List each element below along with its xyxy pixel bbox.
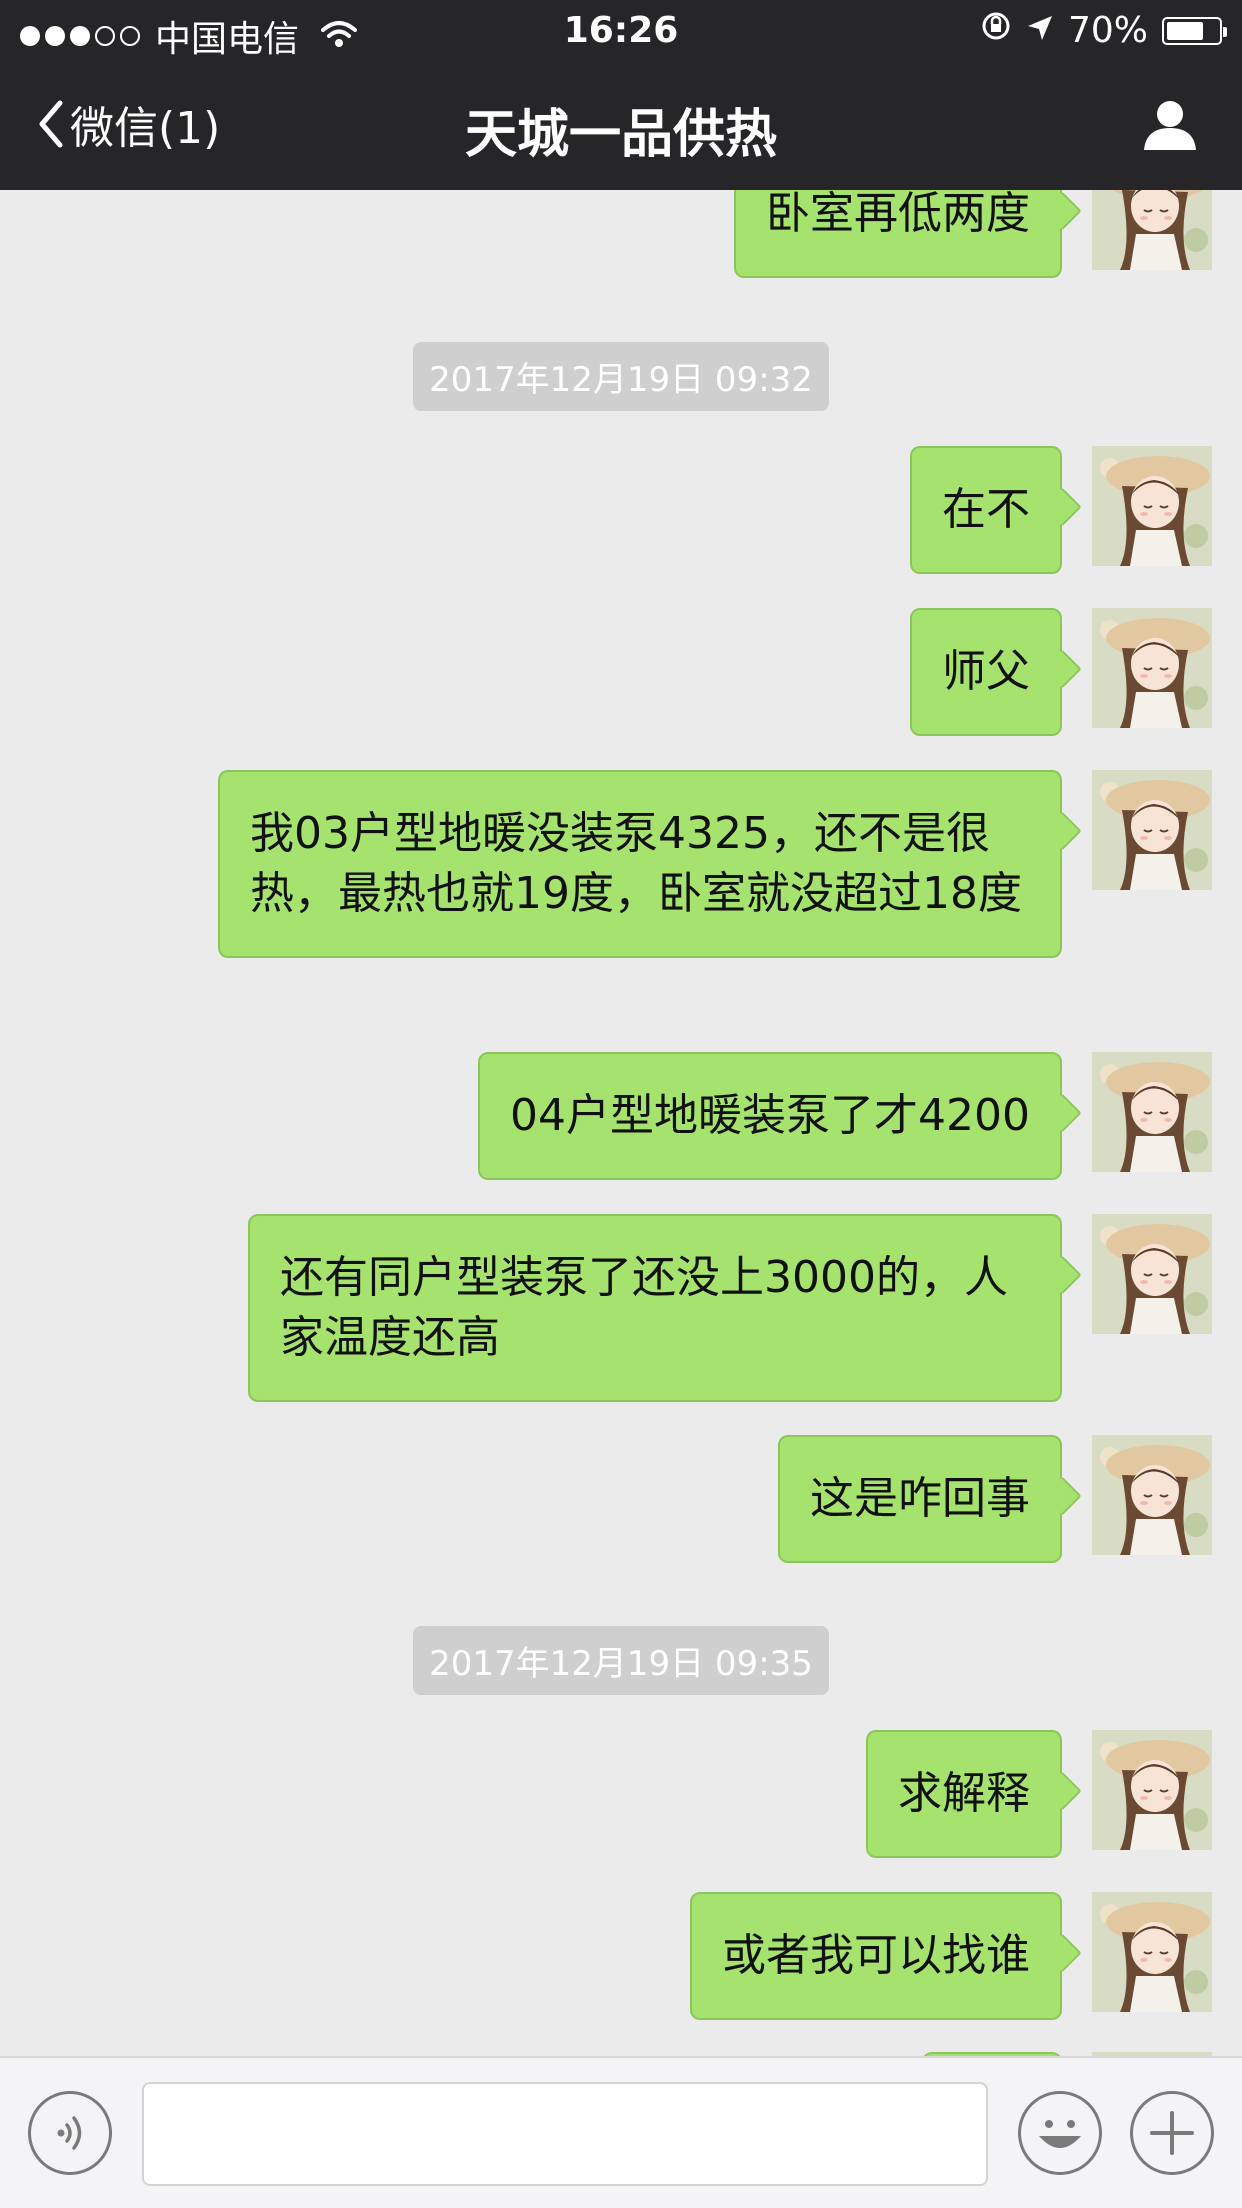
input-toolbar [0,2056,1242,2208]
avatar[interactable] [1092,1052,1212,1172]
timestamp: 2017年12月19日 09:32 [0,342,1242,411]
avatar[interactable] [1092,190,1212,270]
message-row: 还有同户型装泵了还没上3000的，人家温度还高 [248,1214,1212,1402]
message-bubble[interactable]: 04户型地暖装泵了才4200 [478,1052,1062,1180]
message-bubble[interactable]: 或者我可以找谁 [690,1892,1062,2020]
avatar[interactable] [1092,770,1212,890]
navigation-bar: 微信(1) 天城一品供热 [0,62,1242,190]
avatar[interactable] [1092,1435,1212,1555]
avatar[interactable] [1092,608,1212,728]
plus-icon [1150,2111,1194,2155]
orientation-lock-icon [980,10,1012,51]
message-input[interactable] [142,2082,988,2186]
message-bubble[interactable]: 求解释 [866,1730,1062,1858]
message-row: 我03户型地暖没装泵4325，还不是很热，最热也就19度，卧室就没超过18度 [218,770,1212,958]
message-bubble[interactable]: 这是咋回事 [778,1435,1062,1563]
chat-area[interactable]: 卧室再低两度 2017年12月19日 09:32 在不 师父 我03户型地暖没装… [0,190,1242,2056]
status-bar: 中国电信 16:26 70% [0,0,1242,62]
message-row: 在不 [910,446,1212,574]
emoji-button[interactable] [1018,2091,1102,2175]
timestamp: 2017年12月19日 09:35 [0,1626,1242,1695]
message-bubble[interactable]: 还有同户型装泵了还没上3000的，人家温度还高 [248,1214,1062,1402]
person-icon [1144,101,1196,150]
back-button[interactable]: 微信(1) [36,92,220,156]
back-label: 微信(1) [70,103,221,154]
message-bubble[interactable]: 师父 [910,608,1062,736]
battery-percent: 70% [1067,10,1148,51]
voice-button[interactable] [28,2091,112,2175]
location-arrow-icon [1026,10,1054,51]
message-row: 卧室再低两度 [734,190,1212,278]
timestamp-label: 2017年12月19日 09:32 [413,342,829,411]
emoji-icon [1039,2120,1081,2148]
avatar[interactable] [1092,1892,1212,2012]
message-row: 04户型地暖装泵了才4200 [478,1052,1212,1180]
header: 中国电信 16:26 70% 微信(1) 天城一品供热 [0,0,1242,190]
message-row: 这是咋回事 [778,1435,1212,1563]
profile-button[interactable] [1142,96,1198,156]
battery-level [1167,21,1203,40]
message-row: 求解释 [866,1730,1212,1858]
avatar[interactable] [1092,1730,1212,1850]
timestamp-label: 2017年12月19日 09:35 [413,1626,829,1695]
message-row: 师父 [910,608,1212,736]
avatar[interactable] [1092,446,1212,566]
avatar[interactable] [1092,1214,1212,1334]
battery-icon [1162,16,1227,45]
plus-button[interactable] [1130,2091,1214,2175]
voice-icon [57,2116,82,2150]
message-row: 或者我可以找谁 [690,1892,1212,2020]
chevron-left-icon [39,100,63,148]
message-bubble[interactable]: 在不 [910,446,1062,574]
message-bubble[interactable]: 我03户型地暖没装泵4325，还不是很热，最热也就19度，卧室就没超过18度 [218,770,1062,958]
status-right: 70% [966,10,1227,51]
message-bubble[interactable]: 卧室再低两度 [734,190,1062,278]
